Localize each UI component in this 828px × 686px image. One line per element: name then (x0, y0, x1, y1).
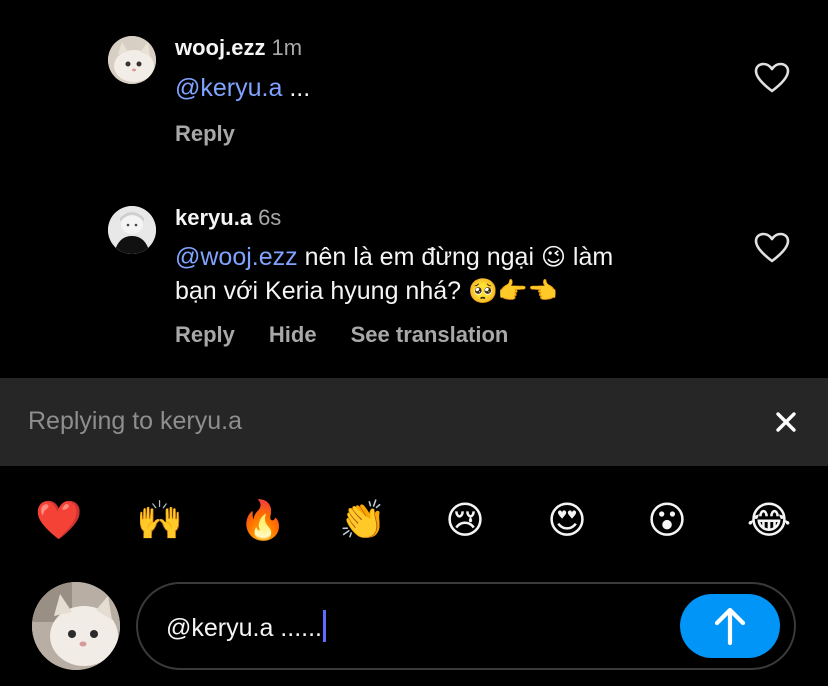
clap-emoji-button[interactable]: 👏 (338, 495, 388, 545)
avatar[interactable] (108, 206, 156, 254)
close-icon[interactable] (772, 408, 800, 436)
heart-emoji-button[interactable]: ❤️ (34, 495, 84, 545)
person-avatar-image (108, 206, 156, 254)
cat-avatar-image (32, 582, 120, 670)
avatar[interactable] (108, 36, 156, 84)
comment-wooj-ezz: wooj.ezz 1m @keryu.a ... Reply (0, 0, 828, 180)
mention-link[interactable]: @keryu.a (175, 74, 282, 102)
surprised-emoji-button[interactable]: 😮 (642, 495, 692, 545)
pleading-emoji: 🥺👉👈 (467, 277, 558, 305)
comment-header: wooj.ezz 1m (175, 34, 302, 62)
comment-actions: Reply (175, 121, 235, 147)
comment-text: @wooj.ezz nên là em đừng ngại 😉 làm bạn v… (175, 240, 715, 308)
arrow-up-icon (714, 607, 746, 646)
timestamp: 6s (258, 205, 282, 230)
crying-emoji-button[interactable]: 😢 (440, 495, 490, 545)
comment-body-line2: bạn với Keria hyung nhá? (175, 277, 468, 305)
quick-emoji-row: ❤️ 🙌 🔥 👏 😢 😍 😮 😂 (0, 495, 828, 551)
comment-header: keryu.a 6s (175, 204, 281, 232)
current-user-avatar (32, 582, 120, 670)
timestamp: 1m (271, 35, 303, 60)
heart-outline-icon[interactable] (754, 232, 790, 264)
wink-emoji: 😉 (540, 243, 566, 271)
comment-body-line1b: làm (565, 243, 614, 271)
raised-hands-emoji-button[interactable]: 🙌 (135, 495, 185, 545)
send-button[interactable] (680, 594, 780, 658)
comment-input-value[interactable]: @keryu.a ...... (166, 610, 326, 643)
reply-button[interactable]: Reply (175, 322, 235, 348)
hide-button[interactable]: Hide (269, 322, 317, 348)
comment-body: ... (282, 74, 311, 102)
username[interactable]: wooj.ezz (175, 35, 265, 60)
cat-avatar-image (108, 36, 156, 84)
laughing-emoji-button[interactable]: 😂 (744, 495, 794, 545)
username[interactable]: keryu.a (175, 205, 252, 230)
comment-keryu-a: keryu.a 6s @wooj.ezz nên là em đừng ngại … (0, 180, 828, 370)
heart-eyes-emoji-button[interactable]: 😍 (542, 495, 592, 545)
reply-button[interactable]: Reply (175, 121, 235, 147)
comment-text: @keryu.a ... (175, 71, 715, 105)
heart-outline-icon[interactable] (754, 62, 790, 94)
see-translation-button[interactable]: See translation (351, 322, 509, 348)
replying-to-bar: Replying to keryu.a (0, 378, 828, 466)
fire-emoji-button[interactable]: 🔥 (238, 495, 288, 545)
text-caret (322, 610, 326, 642)
comment-actions: Reply Hide See translation (175, 322, 508, 348)
replying-to-label: Replying to keryu.a (28, 407, 243, 435)
comment-body-line1: nên là em đừng ngại (297, 243, 541, 271)
mention-link[interactable]: @wooj.ezz (175, 243, 298, 271)
